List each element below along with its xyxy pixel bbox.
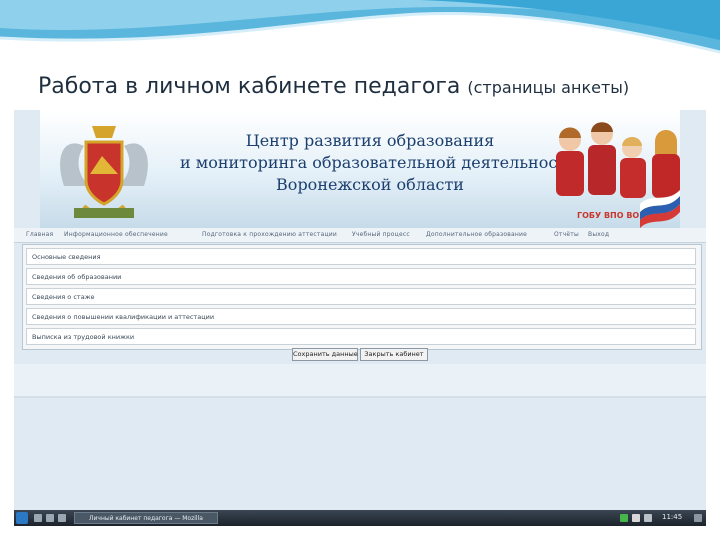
nav-item-exit[interactable]: Выход — [588, 231, 609, 238]
slide-title-main: Работа в личном кабинете педагога — [38, 74, 461, 99]
clock: 11:45 — [662, 513, 683, 521]
site-nav: Главная Информационное обеспечение Подго… — [14, 228, 706, 243]
taskbar-window-button[interactable]: Личный кабинет педагога — Mozilla — [74, 512, 218, 524]
empty-page-area — [14, 364, 706, 396]
decorative-swoosh — [0, 0, 720, 54]
nav-item-extra[interactable]: Дополнительное образование — [426, 231, 527, 238]
nav-item-info[interactable]: Информационное обеспечение — [64, 231, 168, 238]
nav-item-attestation[interactable]: Подготовка к прохождению аттестации — [202, 231, 337, 238]
form-section-row[interactable]: Основные сведения — [26, 248, 696, 265]
form-section-label: Сведения о стаже — [32, 293, 95, 301]
save-button[interactable]: Сохранить данные — [292, 348, 358, 361]
volume-icon[interactable] — [632, 514, 640, 522]
form-section-label: Основные сведения — [32, 253, 101, 261]
banner-line-1: Центр развития образования — [245, 131, 495, 150]
slide-subtitle: (страницы анкеты) — [467, 78, 630, 97]
quicklaunch-icon[interactable] — [46, 514, 54, 522]
flag-ribbon — [640, 190, 680, 228]
form-section-row[interactable]: Выписка из трудовой книжки — [26, 328, 696, 345]
slide-title: Работа в личном кабинете педагога (стран… — [38, 74, 629, 99]
form-section-label: Выписка из трудовой книжки — [32, 333, 135, 341]
os-taskbar: Личный кабинет педагога — Mozilla 11:45 — [14, 510, 706, 526]
coat-of-arms-icon — [60, 126, 148, 218]
banner-line-2: и мониторинга образовательной деятельнос… — [180, 153, 577, 172]
form-section-row[interactable]: Сведения об образовании — [26, 268, 696, 285]
network-icon[interactable] — [620, 514, 628, 522]
nav-item-home[interactable]: Главная — [26, 231, 53, 238]
start-icon[interactable] — [16, 512, 28, 524]
questionnaire-panel: Основные сведения Сведения об образовани… — [22, 244, 702, 350]
nav-item-study[interactable]: Учебный процесс — [352, 231, 410, 238]
nav-item-reports[interactable]: Отчёты — [554, 231, 579, 238]
close-cabinet-button[interactable]: Закрыть кабинет — [360, 348, 428, 361]
form-section-row[interactable]: Сведения о стаже — [26, 288, 696, 305]
site-banner: Центр развития образования и мониторинга… — [40, 110, 680, 228]
show-desktop-icon[interactable] — [694, 514, 702, 522]
form-section-row[interactable]: Сведения о повышении квалификации и атте… — [26, 308, 696, 325]
keyboard-icon[interactable] — [644, 514, 652, 522]
form-section-label: Сведения о повышении квалификации и атте… — [32, 313, 215, 321]
taskbar-window-title: Личный кабинет педагога — Mozilla — [89, 515, 203, 522]
quicklaunch-icon[interactable] — [34, 514, 42, 522]
browser-screenshot: Центр развития образования и мониторинга… — [14, 110, 706, 526]
banner-title: Центр развития образования и мониторинга… — [180, 130, 577, 196]
divider — [14, 396, 706, 398]
quicklaunch-icon[interactable] — [58, 514, 66, 522]
form-section-label: Сведения об образовании — [32, 273, 122, 281]
banner-line-3: Воронежской области — [276, 175, 464, 194]
